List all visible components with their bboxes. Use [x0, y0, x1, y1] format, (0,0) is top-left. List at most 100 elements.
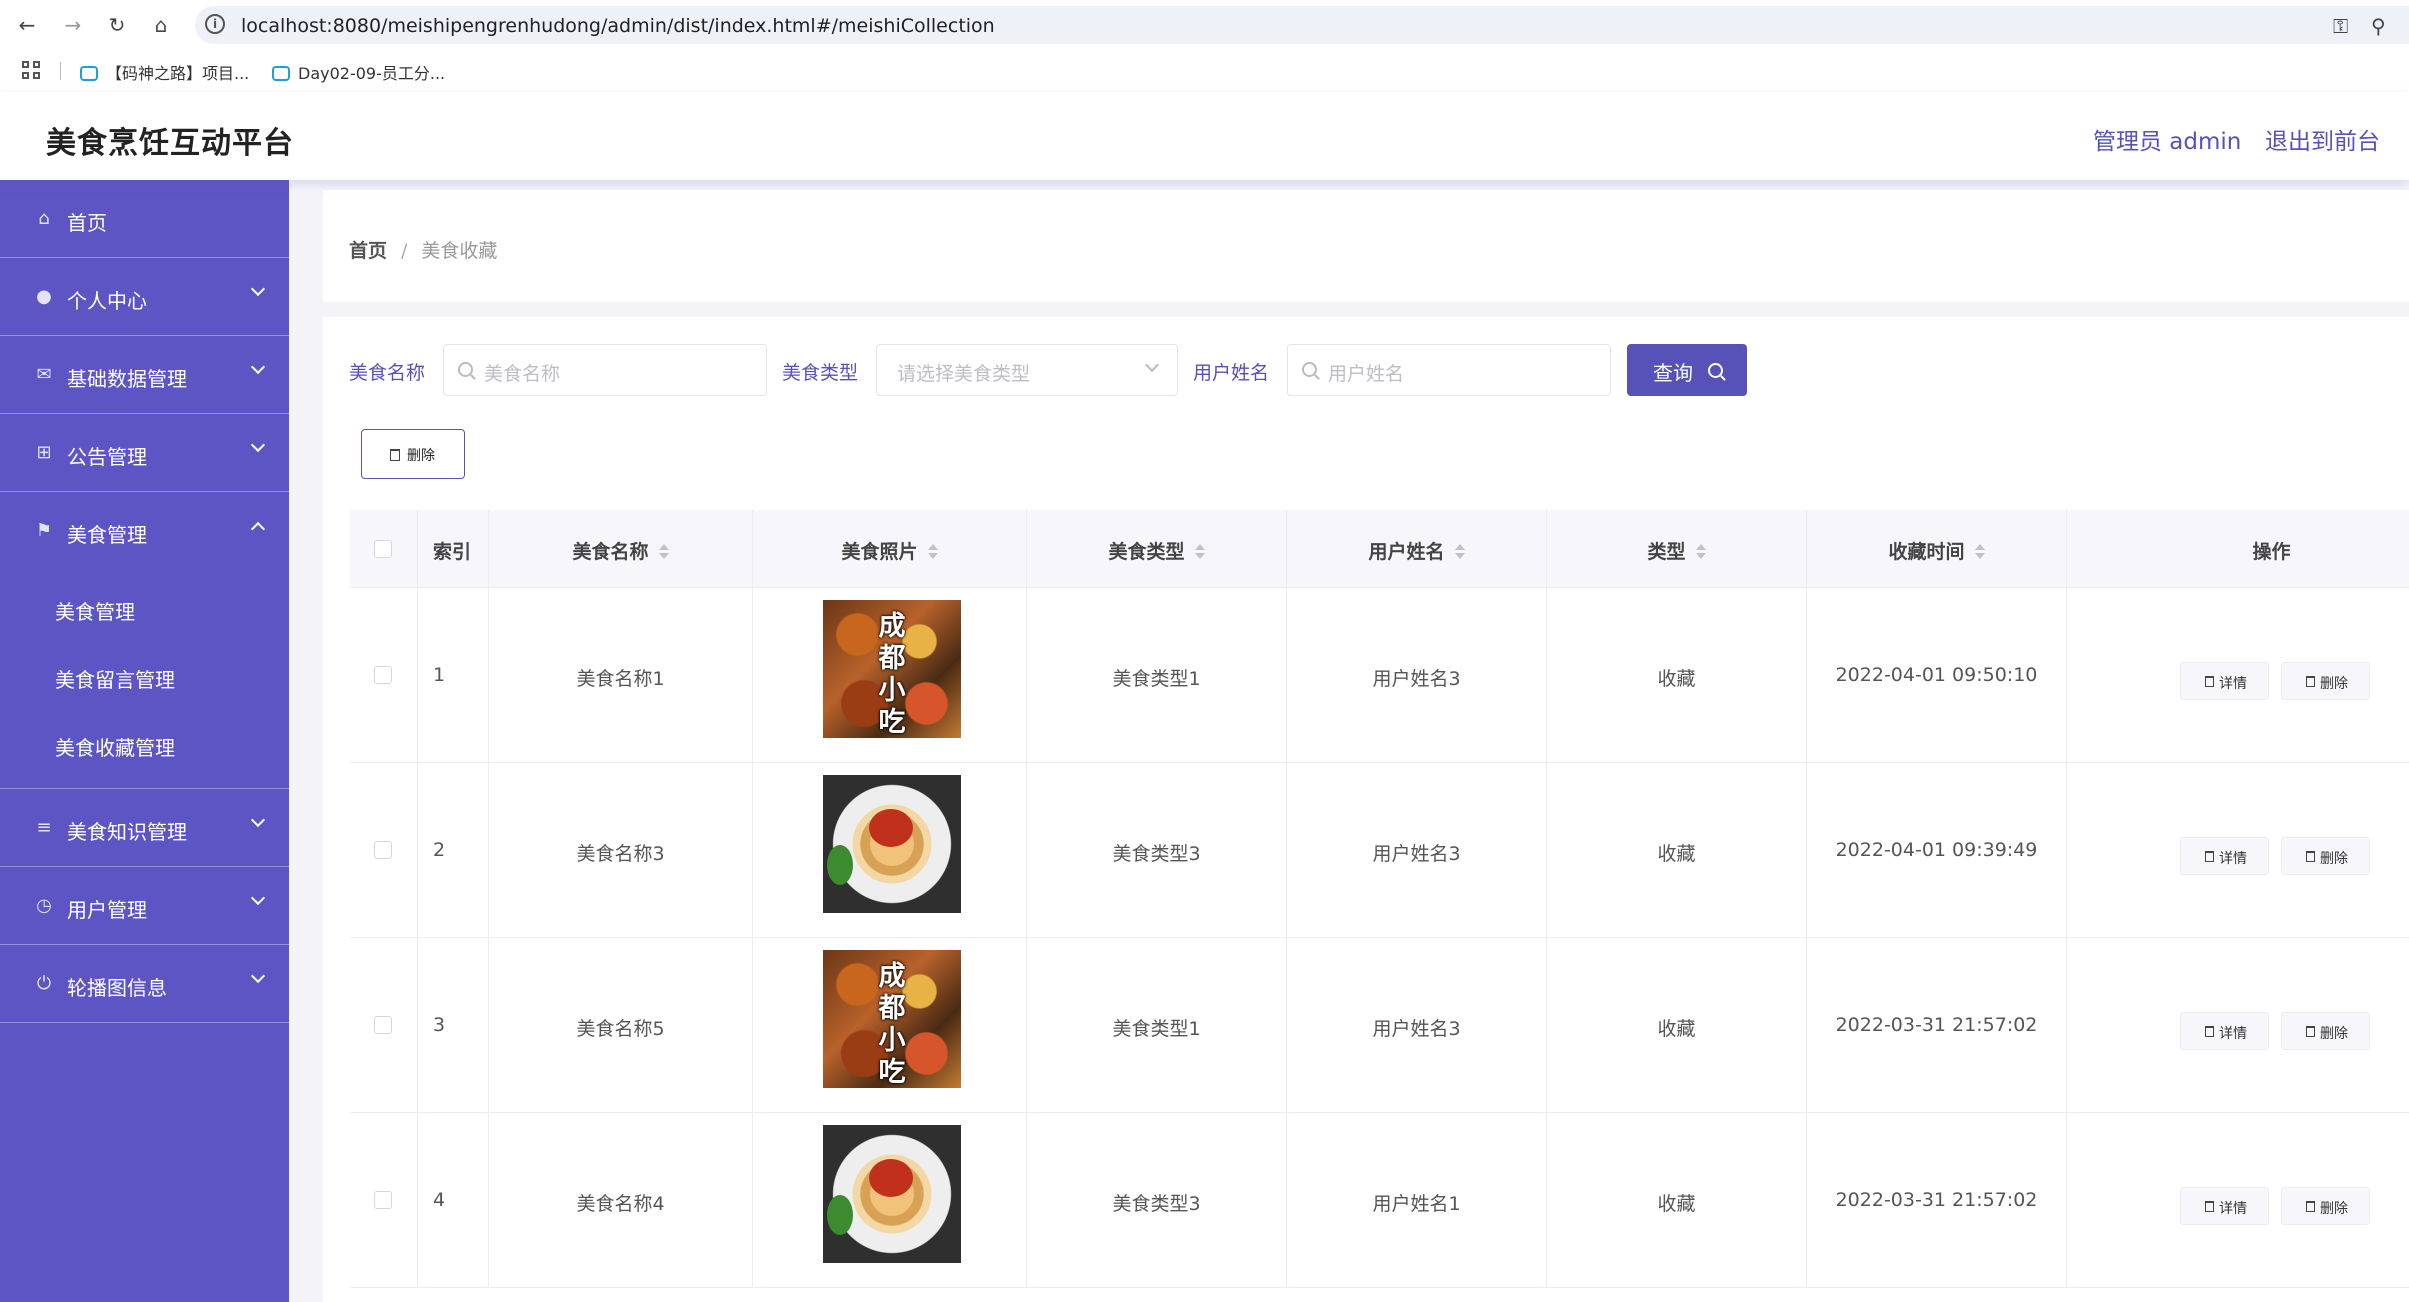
user-name-input[interactable]: 用户姓名 — [1287, 344, 1611, 396]
back-icon[interactable]: ← — [12, 10, 42, 40]
collect-time-cell: 2022-03-31 21:57:02 — [1807, 938, 2067, 1112]
photo-text: 吃 — [878, 707, 906, 738]
batch-delete-label: 删除 — [407, 448, 435, 464]
index-cell: 1 — [418, 588, 489, 762]
bookmark-item[interactable]: Day02-09-员工分... — [272, 60, 445, 84]
sidebar-item-notice[interactable]: ⊞ 公告管理 — [0, 414, 289, 492]
food-name-cell: 美食名称1 — [489, 588, 753, 762]
sidebar-item-label: 个人中心 — [67, 289, 147, 313]
user-name-cell: 用户姓名3 — [1287, 938, 1547, 1112]
submenu-item-food-comments[interactable]: 美食留言管理 — [0, 642, 289, 710]
row-delete-button[interactable]: 删除 — [2281, 837, 2370, 875]
header-collect-time[interactable]: 收藏时间 — [1807, 510, 2067, 587]
user-name-cell: 用户姓名3 — [1287, 588, 1547, 762]
actions-cell: 详情 删除 — [2067, 1113, 2409, 1287]
submenu-item-food-collection[interactable]: 美食收藏管理 — [0, 710, 289, 778]
chevron-down-icon — [1144, 357, 1160, 373]
header-actions: 操作 — [2252, 541, 2291, 563]
header-food-type[interactable]: 美食类型 — [1027, 510, 1287, 587]
trash-icon — [2306, 851, 2315, 862]
sidebar-item-basic-data[interactable]: ✉ 基础数据管理 — [0, 336, 289, 414]
sidebar-item-food-knowledge[interactable]: ≡ 美食知识管理 — [0, 789, 289, 867]
forward-icon[interactable]: → — [58, 10, 88, 40]
sidebar-item-label: 美食知识管理 — [67, 820, 187, 844]
food-photo[interactable]: 成都小吃 — [823, 600, 961, 738]
row-checkbox[interactable] — [374, 666, 392, 684]
row-select-cell — [350, 588, 418, 762]
chevron-down-icon — [250, 281, 266, 297]
sidebar-item-home[interactable]: ⌂ 首页 — [0, 180, 289, 258]
food-name-input[interactable]: 美食名称 — [443, 344, 767, 396]
chevron-up-icon — [250, 521, 266, 537]
food-submenu: 美食管理 美食留言管理 美食收藏管理 — [0, 570, 289, 789]
sidebar-item-label: 用户管理 — [67, 898, 147, 922]
submenu-item-food-manage[interactable]: 美食管理 — [0, 574, 289, 642]
chevron-down-icon — [250, 437, 266, 453]
bookmark-item[interactable]: 【码神之路】项目... — [80, 60, 249, 84]
header-food-name[interactable]: 美食名称 — [489, 510, 753, 587]
collect-time-cell: 2022-03-31 21:57:02 — [1807, 1113, 2067, 1287]
sliders-icon: ≡ — [36, 817, 52, 838]
kind-cell: 收藏 — [1547, 588, 1807, 762]
food-photo-cell: 成都小吃 — [753, 588, 1027, 762]
sidebar-item-carousel[interactable]: ⏻ 轮播图信息 — [0, 945, 289, 1023]
index-cell: 3 — [418, 938, 489, 1112]
admin-link[interactable]: 管理员 admin — [2093, 122, 2241, 156]
header-kind[interactable]: 类型 — [1547, 510, 1807, 587]
row-checkbox[interactable] — [374, 1016, 392, 1034]
batch-delete-button[interactable]: 删除 — [361, 429, 465, 479]
sort-icon — [927, 544, 938, 560]
header-user-name[interactable]: 用户姓名 — [1287, 510, 1547, 587]
actions-cell: 详情 删除 — [2067, 938, 2409, 1112]
row-delete-button[interactable]: 删除 — [2281, 662, 2370, 700]
key-icon[interactable]: ⚿ — [2333, 14, 2348, 38]
detail-button[interactable]: 详情 — [2180, 1187, 2269, 1225]
document-icon — [2205, 851, 2214, 862]
food-type-select[interactable]: 请选择美食类型 — [876, 344, 1178, 396]
index-cell: 4 — [418, 1113, 489, 1287]
detail-button[interactable]: 详情 — [2180, 662, 2269, 700]
bilibili-icon — [272, 66, 290, 81]
food-photo-cell — [753, 763, 1027, 937]
sidebar-item-personal-center[interactable]: ● 个人中心 — [0, 258, 289, 336]
exit-to-front-link[interactable]: 退出到前台 — [2265, 122, 2380, 156]
food-name-cell: 美食名称3 — [489, 763, 753, 937]
food-type-label: 美食类型 — [782, 362, 859, 384]
user-name-label: 用户姓名 — [1193, 362, 1270, 384]
home-page-icon[interactable]: ⌂ — [146, 10, 176, 40]
header-index: 索引 — [418, 510, 489, 587]
header-food-photo[interactable]: 美食照片 — [753, 510, 1027, 587]
breadcrumb-card: 首页 / 美食收藏 — [323, 190, 2409, 302]
food-photo[interactable]: 成都小吃 — [823, 950, 961, 1088]
table-row: 2 美食名称3 美食类型3 用户姓名3 收藏 2022-04-01 09:39:… — [350, 763, 2409, 938]
query-button[interactable]: 查询 — [1627, 344, 1747, 396]
sort-icon — [1974, 544, 1985, 560]
url-field[interactable]: i localhost:8080/meishipengrenhudong/adm… — [195, 6, 2409, 44]
row-checkbox[interactable] — [374, 841, 392, 859]
actions-cell: 详情 删除 — [2067, 763, 2409, 937]
row-delete-button[interactable]: 删除 — [2281, 1012, 2370, 1050]
sidebar-item-users[interactable]: ◷ 用户管理 — [0, 867, 289, 945]
sidebar-item-label: 首页 — [67, 211, 107, 235]
detail-button[interactable]: 详情 — [2180, 1012, 2269, 1050]
select-all-checkbox[interactable] — [374, 540, 392, 558]
reload-icon[interactable]: ↻ — [102, 10, 132, 40]
breadcrumb-current: 美食收藏 — [421, 240, 498, 262]
actions-cell: 详情 删除 — [2067, 588, 2409, 762]
row-delete-button[interactable]: 删除 — [2281, 1187, 2370, 1225]
zoom-icon[interactable]: ⚲ — [2371, 14, 2386, 38]
breadcrumb-home[interactable]: 首页 — [349, 240, 387, 262]
sidebar-item-food[interactable]: ⚑ 美食管理 — [0, 492, 289, 570]
detail-button[interactable]: 详情 — [2180, 837, 2269, 875]
browser-address-bar: ← → ↻ ⌂ i localhost:8080/meishipengrenhu… — [0, 0, 2409, 50]
query-button-label: 查询 — [1653, 361, 1693, 385]
food-photo[interactable] — [823, 1125, 961, 1263]
trash-icon — [2306, 676, 2315, 687]
chevron-down-icon — [250, 812, 266, 828]
row-checkbox[interactable] — [374, 1191, 392, 1209]
food-photo[interactable] — [823, 775, 961, 913]
apps-grid-icon[interactable] — [22, 61, 42, 81]
bookmarks-bar: 【码神之路】项目... Day02-09-员工分... — [0, 50, 2409, 92]
site-info-icon[interactable]: i — [205, 14, 225, 34]
table-row: 4 美食名称4 美食类型3 用户姓名1 收藏 2022-03-31 21:57:… — [350, 1113, 2409, 1288]
